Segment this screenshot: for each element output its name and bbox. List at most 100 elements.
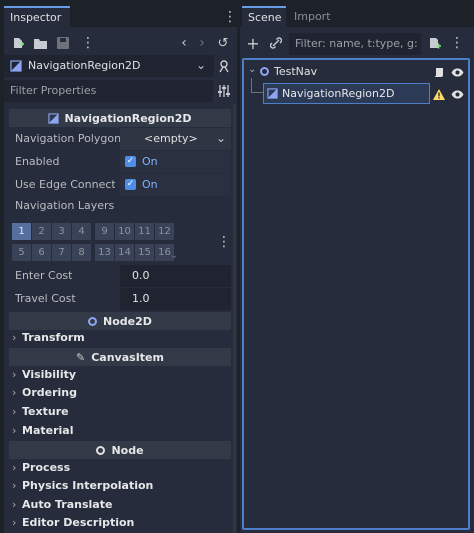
- navigation-polygon-picker[interactable]: <empty> ⌄: [120, 128, 231, 150]
- navigation-layer-toggle[interactable]: 11: [135, 223, 154, 240]
- navigation-layer-toggle[interactable]: 6: [32, 244, 51, 261]
- navigation-polygon-value: <empty>: [144, 132, 198, 145]
- filter-properties-input[interactable]: Filter Properties: [4, 80, 213, 102]
- navigation-layer-toggle[interactable]: 15: [135, 244, 154, 261]
- navigation-layer-toggle[interactable]: 9: [95, 223, 114, 240]
- section-node[interactable]: Node: [9, 441, 231, 459]
- group-editor-description[interactable]: › Editor Description: [12, 516, 134, 529]
- prop-label-enabled: Enabled: [15, 155, 60, 168]
- enter-cost-input[interactable]: 0.0: [120, 265, 231, 287]
- scene-tree[interactable]: [242, 58, 470, 530]
- script-icon[interactable]: [432, 65, 446, 79]
- chevron-right-icon: ›: [12, 498, 17, 511]
- layers-menu-icon[interactable]: ⋮: [217, 234, 231, 250]
- object-name: NavigationRegion2D: [28, 59, 141, 72]
- history-icon[interactable]: ↺: [216, 35, 230, 51]
- navigation-layer-toggle[interactable]: 8: [72, 244, 91, 261]
- property-settings-icon[interactable]: [216, 83, 232, 99]
- group-auto-translate[interactable]: › Auto Translate: [12, 498, 112, 511]
- node-info-icon[interactable]: [216, 58, 232, 74]
- group-material[interactable]: › Material: [12, 424, 73, 437]
- enabled-value: On: [142, 155, 158, 168]
- group-visibility[interactable]: › Visibility: [12, 368, 76, 381]
- visibility-eye-icon[interactable]: [450, 65, 464, 79]
- tree-line: [251, 92, 263, 93]
- chevron-right-icon: ›: [12, 331, 17, 344]
- enabled-field: [120, 151, 231, 173]
- chevron-right-icon: ›: [12, 368, 17, 381]
- history-forward-icon[interactable]: ›: [196, 35, 208, 51]
- group-label: Physics Interpolation: [22, 479, 154, 492]
- canvas-item-icon: ✎: [76, 350, 86, 364]
- travel-cost-input[interactable]: 1.0: [120, 288, 231, 310]
- history-back-icon[interactable]: ‹: [178, 35, 190, 51]
- section-title: NavigationRegion2D: [64, 111, 192, 125]
- visibility-eye-icon[interactable]: [450, 87, 464, 101]
- object-selector[interactable]: NavigationRegion2D ⌄: [4, 55, 214, 77]
- section-title: Node: [111, 443, 144, 457]
- use-edge-connections-field: [120, 174, 231, 196]
- chevron-right-icon: ›: [12, 386, 17, 399]
- group-label: Transform: [22, 331, 85, 344]
- tab-inspector[interactable]: Inspector: [4, 6, 70, 27]
- use-edge-connections-checkbox[interactable]: ✓: [125, 179, 136, 190]
- navigation-layer-toggle[interactable]: 14: [115, 244, 134, 261]
- group-label: Material: [22, 424, 74, 437]
- chevron-down-icon: ⌄: [196, 58, 207, 72]
- navigation-layer-toggle[interactable]: 13: [95, 244, 114, 261]
- tree-root-label[interactable]: TestNav: [274, 65, 317, 78]
- instantiate-scene-icon[interactable]: [269, 36, 283, 50]
- chevron-right-icon: ›: [12, 516, 17, 529]
- section-title: CanvasItem: [91, 350, 164, 364]
- group-process[interactable]: › Process: [12, 461, 70, 474]
- group-texture[interactable]: › Texture: [12, 405, 69, 418]
- scene-filter-input[interactable]: Filter: name, t:type, g:: [289, 33, 421, 55]
- navigation-layer-toggle[interactable]: 4: [72, 223, 91, 240]
- inspector-scrollbar[interactable]: [233, 104, 236, 533]
- navigation-layer-toggle[interactable]: 12: [155, 223, 174, 240]
- section-canvas-item[interactable]: ✎ CanvasItem: [9, 348, 231, 366]
- filter-placeholder: Filter Properties: [10, 84, 97, 97]
- navigation-layer-toggle[interactable]: 7: [52, 244, 71, 261]
- section-node2d[interactable]: Node2D: [9, 312, 231, 330]
- more-options-icon[interactable]: ⋮: [81, 35, 95, 51]
- attach-script-icon[interactable]: [427, 36, 441, 50]
- group-label: Process: [22, 461, 71, 474]
- navigation-layer-toggle[interactable]: 10: [115, 223, 134, 240]
- navigation-region-icon: [10, 60, 22, 72]
- chevron-right-icon: ›: [12, 479, 17, 492]
- save-icon[interactable]: [56, 36, 70, 50]
- section-navigation-region2d[interactable]: NavigationRegion2D: [9, 109, 231, 127]
- group-label: Texture: [22, 405, 69, 418]
- tree-item-selected[interactable]: NavigationRegion2D: [263, 83, 430, 104]
- new-resource-icon[interactable]: [11, 36, 25, 50]
- group-transform[interactable]: › Transform: [12, 331, 85, 344]
- scene-more-icon[interactable]: ⋮: [450, 35, 464, 51]
- chevron-down-icon[interactable]: ⌄: [170, 250, 178, 261]
- node-icon: [96, 445, 106, 455]
- load-resource-icon[interactable]: [33, 36, 47, 50]
- group-ordering[interactable]: › Ordering: [12, 386, 77, 399]
- node2d-icon: [260, 67, 269, 76]
- warning-icon[interactable]: [432, 87, 446, 101]
- group-label: Editor Description: [22, 516, 135, 529]
- navigation-region-icon: [48, 112, 60, 124]
- tab-import[interactable]: Import: [288, 6, 338, 27]
- navigation-layer-toggle[interactable]: 2: [32, 223, 51, 240]
- navigation-layer-toggle[interactable]: 5: [12, 244, 31, 261]
- section-title: Node2D: [103, 314, 152, 328]
- navigation-layer-toggle[interactable]: 1: [12, 223, 31, 240]
- more-vertical-icon[interactable]: ⋮: [223, 9, 237, 25]
- group-physics-interpolation[interactable]: › Physics Interpolation: [12, 479, 153, 492]
- travel-cost-value: 1.0: [132, 292, 150, 305]
- group-label: Ordering: [22, 386, 78, 399]
- add-node-icon[interactable]: +: [246, 34, 260, 53]
- enabled-checkbox[interactable]: ✓: [125, 156, 136, 167]
- navigation-layer-toggle[interactable]: 3: [52, 223, 71, 240]
- tree-child-label: NavigationRegion2D: [282, 87, 395, 100]
- navigation-region-icon: [267, 88, 278, 99]
- chevron-right-icon: ›: [12, 405, 17, 418]
- tab-scene[interactable]: Scene: [242, 6, 286, 27]
- collapse-arrow-icon[interactable]: ⌄: [248, 64, 256, 75]
- chevron-right-icon: ›: [12, 424, 17, 437]
